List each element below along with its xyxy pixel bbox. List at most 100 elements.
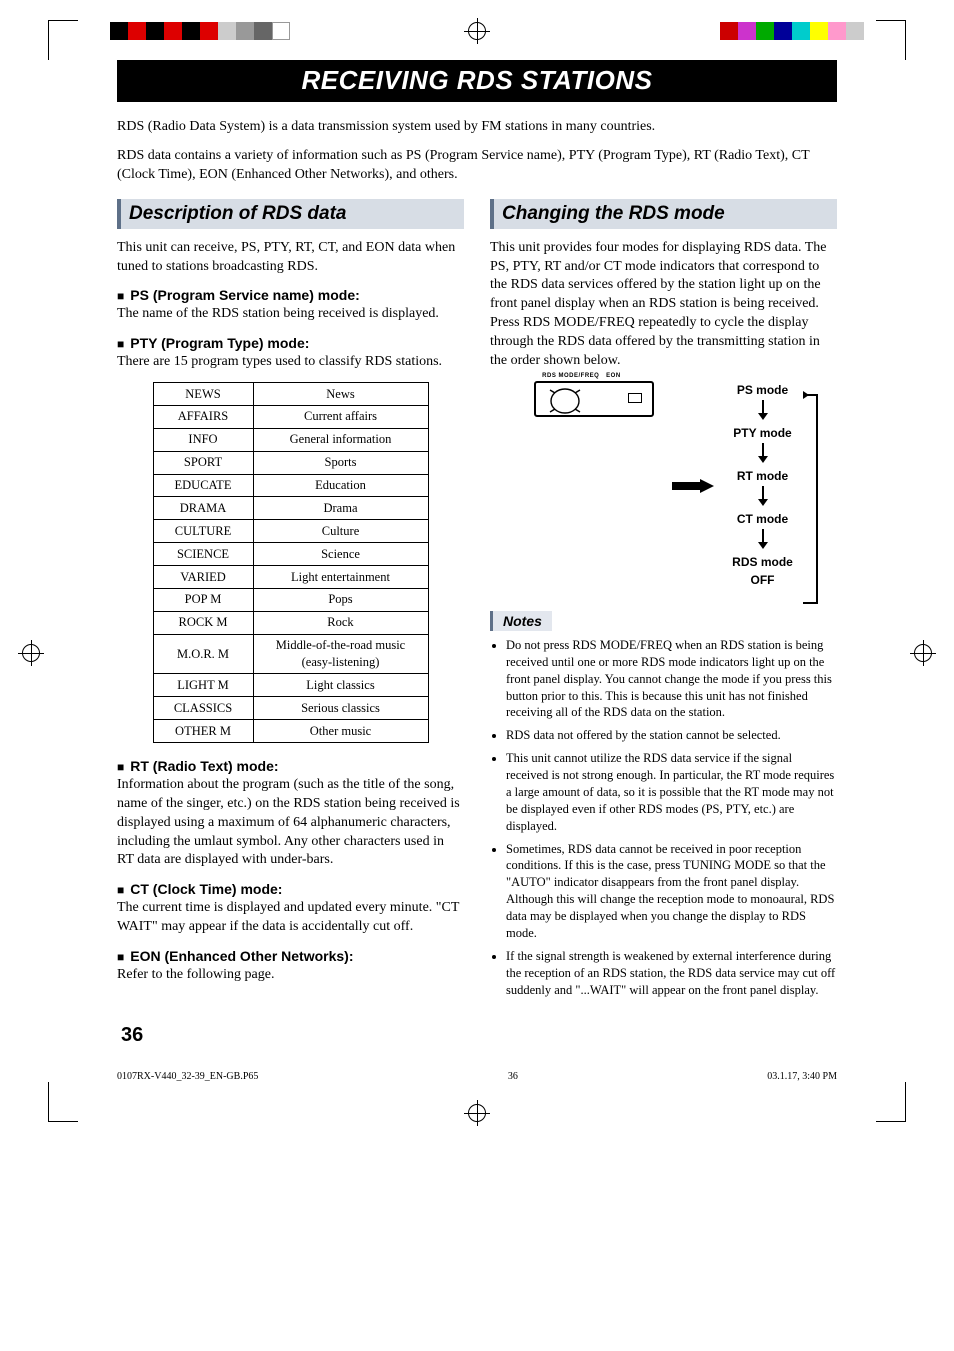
pty-code: OTHER M bbox=[153, 720, 253, 743]
list-item: If the signal strength is weakened by ex… bbox=[506, 948, 837, 999]
pty-desc: Sports bbox=[253, 451, 428, 474]
mode-flow-diagram: RDS MODE/FREQ EON PS mode PT bbox=[490, 381, 837, 589]
pty-desc: Science bbox=[253, 543, 428, 566]
arrow-right-icon bbox=[672, 479, 714, 493]
pty-code: VARIED bbox=[153, 566, 253, 589]
pty-table: NEWSNewsAFFAIRSCurrent affairsINFOGenera… bbox=[153, 382, 429, 743]
color-bars bbox=[720, 22, 864, 40]
pty-code: CULTURE bbox=[153, 520, 253, 543]
pty-desc: Light classics bbox=[253, 674, 428, 697]
mode-heading-ct: CT (Clock Time) mode: bbox=[117, 880, 464, 899]
pty-desc: Current affairs bbox=[253, 405, 428, 428]
pty-code: EDUCATE bbox=[153, 474, 253, 497]
registration-bottom bbox=[0, 1082, 954, 1142]
step-off-a: RDS mode bbox=[732, 555, 793, 569]
step-rt: RT mode bbox=[737, 469, 788, 483]
table-row: VARIEDLight entertainment bbox=[153, 566, 428, 589]
notes-list: Do not press RDS MODE/FREQ when an RDS s… bbox=[490, 637, 837, 999]
arrow-down-icon bbox=[757, 529, 769, 552]
pty-code: DRAMA bbox=[153, 497, 253, 520]
registration-mark-icon bbox=[464, 18, 490, 44]
table-row: CLASSICSSerious classics bbox=[153, 697, 428, 720]
eon-box-icon bbox=[628, 393, 642, 403]
mode-heading-rt: RT (Radio Text) mode: bbox=[117, 757, 464, 776]
pty-desc: Education bbox=[253, 474, 428, 497]
pty-desc: Drama bbox=[253, 497, 428, 520]
registration-top bbox=[0, 0, 954, 60]
intro-text: RDS (Radio Data System) is a data transm… bbox=[117, 118, 837, 185]
table-row: DRAMADrama bbox=[153, 497, 428, 520]
pty-code: INFO bbox=[153, 428, 253, 451]
table-row: OTHER MOther music bbox=[153, 720, 428, 743]
step-ct: CT mode bbox=[737, 512, 788, 526]
registration-mark-icon bbox=[464, 1100, 490, 1126]
table-row: SPORTSports bbox=[153, 451, 428, 474]
panel-label-mode: RDS MODE/FREQ bbox=[542, 373, 599, 379]
pty-code: LIGHT M bbox=[153, 674, 253, 697]
pty-code: M.O.R. M bbox=[153, 634, 253, 674]
intro-paragraph: RDS data contains a variety of informati… bbox=[117, 147, 837, 185]
registration-mark-icon bbox=[18, 640, 44, 666]
step-off-b: OFF bbox=[751, 573, 775, 587]
pty-desc: Middle-of-the-road music (easy-listening… bbox=[253, 634, 428, 674]
mode-steps-list: PS mode PTY mode RT mode CT mode RDS mod… bbox=[732, 381, 793, 589]
loop-arrow-icon bbox=[799, 389, 821, 609]
registration-mark-icon bbox=[910, 640, 936, 666]
step-pty: PTY mode bbox=[733, 426, 791, 440]
mode-desc-ps: The name of the RDS station being receiv… bbox=[117, 305, 464, 324]
crop-mark bbox=[876, 20, 906, 60]
list-item: Do not press RDS MODE/FREQ when an RDS s… bbox=[506, 637, 837, 721]
table-row: ROCK MRock bbox=[153, 611, 428, 634]
pty-desc: Other music bbox=[253, 720, 428, 743]
list-item: This unit cannot utilize the RDS data se… bbox=[506, 750, 837, 834]
pty-desc: Rock bbox=[253, 611, 428, 634]
pty-desc: Pops bbox=[253, 588, 428, 611]
pty-code: AFFAIRS bbox=[153, 405, 253, 428]
intro-paragraph: RDS (Radio Data System) is a data transm… bbox=[117, 118, 837, 137]
panel-label-eon: EON bbox=[606, 373, 621, 379]
pty-desc: Serious classics bbox=[253, 697, 428, 720]
crop-mark bbox=[48, 1082, 78, 1122]
section-lead: This unit can receive, PS, PTY, RT, CT, … bbox=[117, 239, 464, 277]
footer-timestamp: 03.1.17, 3:40 PM bbox=[767, 1071, 837, 1082]
table-row: LIGHT MLight classics bbox=[153, 674, 428, 697]
pty-code: POP M bbox=[153, 588, 253, 611]
notes-heading: Notes bbox=[490, 611, 552, 631]
pty-code: SPORT bbox=[153, 451, 253, 474]
pty-desc: Light entertainment bbox=[253, 566, 428, 589]
section-heading-changing: Changing the RDS mode bbox=[490, 199, 837, 229]
mode-heading-ps: PS (Program Service name) mode: bbox=[117, 286, 464, 305]
arrow-down-icon bbox=[757, 443, 769, 466]
front-panel-icon: RDS MODE/FREQ EON bbox=[534, 381, 654, 417]
step-ps: PS mode bbox=[737, 383, 788, 397]
dial-icon bbox=[548, 386, 582, 416]
section-lead: This unit provides four modes for displa… bbox=[490, 239, 837, 371]
table-row: NEWSNews bbox=[153, 383, 428, 406]
mode-heading-eon: EON (Enhanced Other Networks): bbox=[117, 947, 464, 966]
pty-desc: General information bbox=[253, 428, 428, 451]
mode-desc-ct: The current time is displayed and update… bbox=[117, 899, 464, 937]
table-row: EDUCATEEducation bbox=[153, 474, 428, 497]
table-row: SCIENCEScience bbox=[153, 543, 428, 566]
pty-code: CLASSICS bbox=[153, 697, 253, 720]
footer-page: 36 bbox=[508, 1071, 518, 1082]
page-title-banner: RECEIVING RDS STATIONS bbox=[117, 60, 837, 102]
footer: 0107RX-V440_32-39_EN-GB.P65 36 03.1.17, … bbox=[117, 1071, 837, 1082]
mode-desc-eon: Refer to the following page. bbox=[117, 966, 464, 985]
crop-mark bbox=[876, 1082, 906, 1122]
pty-desc: News bbox=[253, 383, 428, 406]
arrow-down-icon bbox=[757, 400, 769, 423]
table-row: M.O.R. MMiddle-of-the-road music (easy-l… bbox=[153, 634, 428, 674]
table-row: POP MPops bbox=[153, 588, 428, 611]
table-row: CULTURECulture bbox=[153, 520, 428, 543]
right-column: Changing the RDS mode This unit provides… bbox=[490, 195, 837, 1005]
page-content: RECEIVING RDS STATIONS RDS (Radio Data S… bbox=[117, 60, 837, 1047]
pty-code: NEWS bbox=[153, 383, 253, 406]
crop-mark bbox=[48, 20, 78, 60]
mode-heading-pty: PTY (Program Type) mode: bbox=[117, 334, 464, 353]
pty-code: SCIENCE bbox=[153, 543, 253, 566]
list-item: Sometimes, RDS data cannot be received i… bbox=[506, 841, 837, 942]
grayscale-bars bbox=[110, 22, 290, 40]
table-row: AFFAIRSCurrent affairs bbox=[153, 405, 428, 428]
list-item: RDS data not offered by the station cann… bbox=[506, 727, 837, 744]
